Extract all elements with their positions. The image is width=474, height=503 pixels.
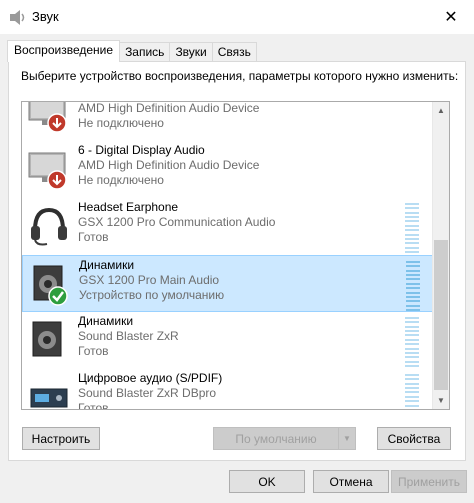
device-item-selected[interactable]: Динамики GSX 1200 Pro Main Audio Устройс… bbox=[22, 255, 434, 312]
monitor-disconnected-icon bbox=[28, 152, 67, 190]
tab-bar: Воспроизведение Запись Звуки Связь bbox=[7, 40, 257, 62]
device-status: Готов bbox=[78, 401, 109, 410]
device-status: Готов bbox=[78, 344, 109, 358]
device-description: Sound Blaster ZxR bbox=[78, 329, 179, 343]
close-button[interactable]: ✕ bbox=[428, 0, 474, 34]
tab-recording[interactable]: Запись bbox=[119, 42, 171, 62]
instruction-text: Выберите устройство воспроизведения, пар… bbox=[21, 69, 459, 83]
volume-meter bbox=[405, 374, 419, 409]
set-default-label: По умолчанию bbox=[235, 431, 317, 446]
scroll-thumb[interactable] bbox=[434, 240, 448, 390]
monitor-disconnected-icon bbox=[28, 102, 67, 133]
spdif-device-icon bbox=[30, 388, 68, 408]
apply-button[interactable]: Применить bbox=[391, 470, 467, 493]
dialog-footer: OK Отмена Применить bbox=[0, 465, 474, 503]
speaker-default-icon bbox=[33, 265, 68, 306]
device-status: Не подключено bbox=[78, 173, 164, 187]
configure-button[interactable]: Настроить bbox=[22, 427, 100, 450]
playback-panel: Выберите устройство воспроизведения, пар… bbox=[8, 61, 466, 461]
device-status: Не подключено bbox=[78, 116, 164, 130]
set-default-button[interactable]: По умолчанию ▼ bbox=[213, 427, 356, 450]
device-item[interactable]: Headset Earphone GSX 1200 Pro Communicat… bbox=[22, 198, 434, 255]
speaker-app-icon bbox=[10, 10, 25, 25]
title-bar: Звук ✕ bbox=[0, 0, 474, 34]
device-status: Готов bbox=[78, 230, 109, 244]
device-description: GSX 1200 Pro Communication Audio bbox=[78, 215, 276, 229]
device-name: Динамики bbox=[78, 314, 134, 328]
volume-meter bbox=[405, 203, 419, 253]
device-item[interactable]: Цифровое аудио (S/PDIF) Sound Blaster Zx… bbox=[22, 369, 434, 410]
volume-meter bbox=[406, 261, 420, 311]
device-list[interactable]: AMD High Definition Audio Device Не подк… bbox=[21, 101, 450, 410]
device-item[interactable]: 6 - Digital Display Audio AMD High Defin… bbox=[22, 141, 434, 198]
device-description: AMD High Definition Audio Device bbox=[78, 158, 260, 172]
device-name: Динамики bbox=[79, 258, 135, 272]
cancel-button[interactable]: Отмена bbox=[313, 470, 389, 493]
headset-icon bbox=[31, 207, 67, 246]
scroll-down-arrow-icon[interactable]: ▼ bbox=[433, 392, 449, 409]
tab-communications[interactable]: Связь bbox=[211, 42, 257, 62]
chevron-down-icon[interactable]: ▼ bbox=[338, 428, 355, 449]
device-name: Headset Earphone bbox=[78, 200, 179, 214]
device-description: Sound Blaster ZxR DBpro bbox=[78, 386, 217, 400]
device-list-scrollbar[interactable]: ▲ ▼ bbox=[432, 102, 449, 409]
tab-sounds[interactable]: Звуки bbox=[169, 42, 213, 62]
device-item[interactable]: Динамики Sound Blaster ZxR Готов bbox=[22, 312, 434, 369]
device-description: GSX 1200 Pro Main Audio bbox=[79, 273, 220, 287]
device-description: AMD High Definition Audio Device bbox=[78, 101, 260, 115]
device-name: 6 - Digital Display Audio bbox=[78, 143, 205, 157]
scroll-up-arrow-icon[interactable]: ▲ bbox=[433, 102, 449, 119]
properties-button[interactable]: Свойства bbox=[377, 427, 451, 450]
speaker-icon bbox=[32, 321, 62, 357]
device-item[interactable]: AMD High Definition Audio Device Не подк… bbox=[22, 101, 434, 141]
window-title: Звук bbox=[32, 9, 59, 24]
device-name: Цифровое аудио (S/PDIF) bbox=[78, 371, 223, 385]
ok-button[interactable]: OK bbox=[229, 470, 305, 493]
device-status: Устройство по умолчанию bbox=[79, 288, 225, 302]
volume-meter bbox=[405, 317, 419, 367]
close-icon: ✕ bbox=[444, 9, 458, 26]
tab-playback[interactable]: Воспроизведение bbox=[7, 40, 121, 62]
